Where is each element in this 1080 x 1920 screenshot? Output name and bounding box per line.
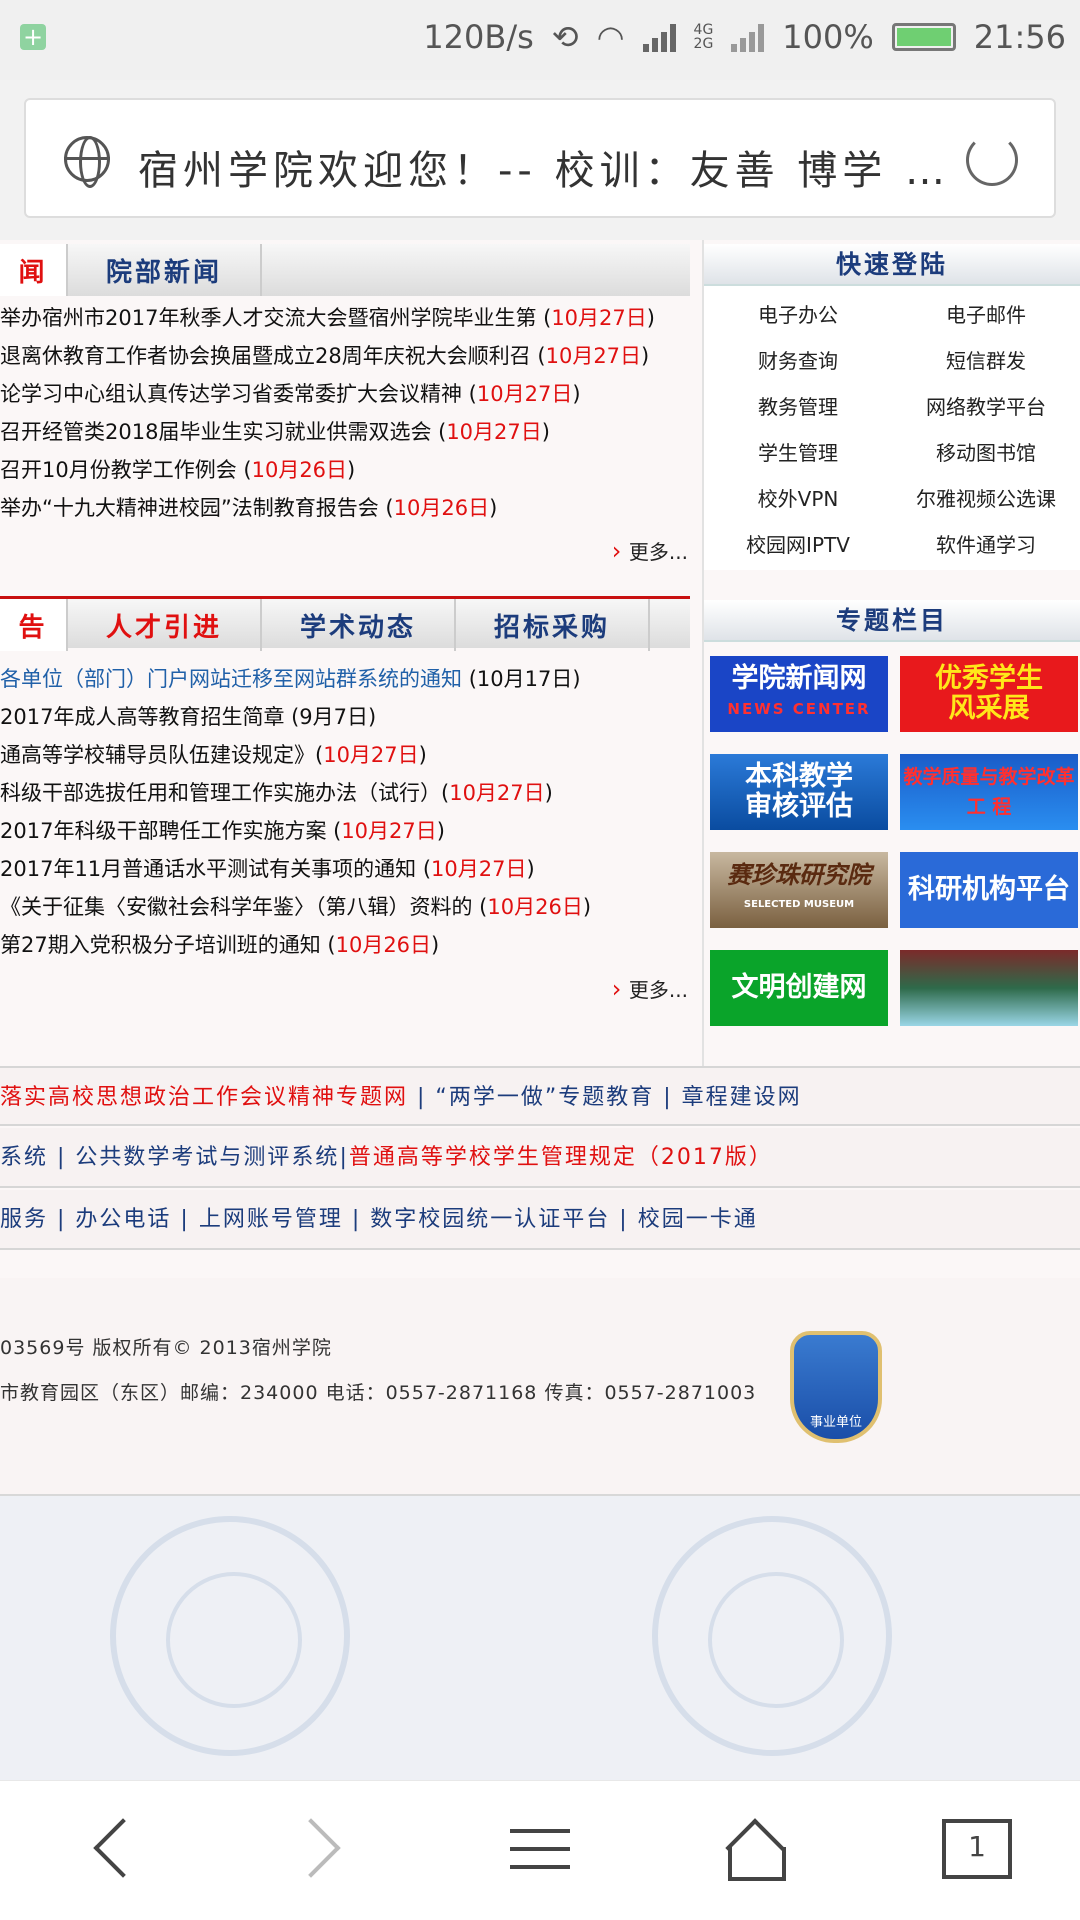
battery-percent: 100% — [782, 18, 874, 56]
link-service[interactable]: 服务 — [0, 1207, 48, 1232]
news-list: 举办宿州市2017年秋季人才交流大会暨宿州学院毕业生第 (10月27日) 退离休… — [0, 299, 655, 527]
list-item[interactable]: 退离休教育工作者协会换届暨成立28周年庆祝大会顺利召 (10月27日) — [0, 337, 655, 375]
network-speed: 120B/s — [423, 18, 534, 56]
list-item[interactable]: 第27期入党积极分子培训班的通知 (10月26日) — [0, 926, 591, 964]
list-item[interactable]: 2017年11月普通话水平测试有关事项的通知 (10月27日) — [0, 850, 591, 888]
forward-icon[interactable] — [290, 1819, 360, 1879]
banner-museum[interactable]: 赛珍珠研究院 SELECTED MUSEUM — [710, 852, 888, 928]
list-item[interactable]: 《关于征集〈安徽社会科学年鉴〉（第八辑）资料的 (10月26日) — [0, 888, 591, 926]
reload-icon[interactable] — [966, 134, 1018, 186]
link-phone[interactable]: 办公电话 — [75, 1207, 171, 1232]
notification-icon: + — [20, 24, 46, 50]
column-divider — [702, 240, 704, 1066]
signal-2-icon — [731, 22, 765, 52]
link-math-test[interactable]: 公共数学考试与测评系统 — [75, 1145, 339, 1170]
back-icon[interactable] — [80, 1819, 150, 1879]
link-software[interactable]: 软件通学习 — [892, 524, 1080, 568]
status-bar: + 120B/s ⟲ ◠ 4G 2G 100% 21:56 — [0, 0, 1080, 80]
link-iptv[interactable]: 校园网IPTV — [704, 524, 892, 568]
list-item[interactable]: 各单位（部门）门户网站迁移至网站群系统的通知 (10月17日) — [0, 660, 591, 698]
link-academic[interactable]: 教务管理 — [704, 386, 892, 430]
list-item[interactable]: 论学习中心组认真传达学习省委常委扩大会议精神 (10月27日) — [0, 375, 655, 413]
link-online-teaching[interactable]: 网络教学平台 — [892, 386, 1080, 430]
links-row-1: 落实高校思想政治工作会议精神专题网 | “两学一做”专题教育 | 章程建设网 — [0, 1066, 1080, 1126]
link-vpn[interactable]: 校外VPN — [704, 478, 892, 522]
list-item[interactable]: 召开经管类2018届毕业生实习就业供需双选会 (10月27日) — [0, 413, 655, 451]
battery-icon — [891, 23, 956, 51]
quick-login-title: 快速登陆 — [704, 244, 1080, 286]
notice-list: 各单位（部门）门户网站迁移至网站群系统的通知 (10月17日) 2017年成人高… — [0, 660, 591, 964]
list-item[interactable]: 举办宿州市2017年秋季人才交流大会暨宿州学院毕业生第 (10月27日) — [0, 299, 655, 337]
more-link[interactable]: 更多... — [612, 974, 688, 1003]
banner-news-center[interactable]: 学院新闻网 NEWS CENTER — [710, 656, 888, 732]
list-item[interactable]: 举办“十九大精神进校园”法制教育报告会 (10月26日) — [0, 489, 655, 527]
news-tabs: 闻 院部新闻 — [0, 244, 690, 296]
link-auth[interactable]: 数字校园统一认证平台 — [370, 1207, 610, 1232]
list-item[interactable]: 召开10月份教学工作例会 (10月26日) — [0, 451, 655, 489]
list-item[interactable]: 2017年科级干部聘任工作实施方案 (10月27日) — [0, 812, 591, 850]
tab-news[interactable]: 闻 — [0, 244, 68, 296]
tab-notice[interactable]: 告 — [0, 599, 68, 651]
link-erya[interactable]: 尔雅视频公选课 — [892, 478, 1080, 522]
globe-icon — [64, 136, 110, 188]
special-topics-title: 专题栏目 — [704, 600, 1080, 642]
banner-photo[interactable] — [900, 950, 1078, 1026]
link-charter[interactable]: 章程建设网 — [682, 1085, 802, 1110]
institution-seal[interactable]: 事业单位 — [790, 1331, 882, 1443]
link-sms[interactable]: 短信群发 — [892, 340, 1080, 384]
tabs-count-icon[interactable]: 1 — [942, 1819, 1012, 1879]
banner-undergrad-review[interactable]: 本科教学 审核评估 — [710, 754, 888, 830]
link-account[interactable]: 上网账号管理 — [199, 1207, 343, 1232]
clock: 21:56 — [973, 18, 1066, 56]
list-item[interactable]: 科级干部选拔任用和管理工作实施办法（试行）(10月27日) — [0, 774, 591, 812]
banner-outstanding-students[interactable]: 优秀学生 风采展 — [900, 656, 1078, 732]
links-row-3: 服务 | 办公电话 | 上网账号管理 | 数字校园统一认证平台 | 校园一卡通 — [0, 1190, 1080, 1250]
browser-toolbar: 1 — [0, 1780, 1080, 1920]
tab-talent[interactable]: 人才引进 — [68, 599, 262, 651]
signal-icon — [642, 22, 676, 52]
quick-login-panel: 快速登陆 电子办公 电子邮件 财务查询 短信群发 教务管理 网络教学平台 学生管… — [704, 244, 1080, 570]
links-row-2: 系统 | 公共数学考试与测评系统|普通高等学校学生管理规定（2017版） — [0, 1128, 1080, 1188]
link-two-study[interactable]: “两学一做”专题教育 — [435, 1085, 654, 1110]
link-mobile-library[interactable]: 移动图书馆 — [892, 432, 1080, 476]
home-icon[interactable] — [724, 1819, 794, 1881]
watermark-area — [0, 1496, 1080, 1780]
page-footer: 03569号 版权所有© 2013宿州学院 市教育园区（东区）邮编：234000… — [0, 1278, 1080, 1496]
menu-icon[interactable] — [506, 1819, 576, 1879]
address-bar[interactable]: 宿州学院欢迎您！-- 校训：友善 博学 … — [24, 98, 1056, 218]
special-topics-panel: 专题栏目 学院新闻网 NEWS CENTER 优秀学生 风采展 本科教学 审核评估 教… — [704, 600, 1080, 1026]
link-ideology[interactable]: 落实高校思想政治工作会议精神专题网 — [0, 1085, 408, 1110]
link-office[interactable]: 电子办公 — [704, 294, 892, 338]
banner-research-platform[interactable]: 科研机构平台 — [900, 852, 1078, 928]
list-item[interactable]: 2017年成人高等教育招生简章 (9月7日) — [0, 698, 591, 736]
banner-teaching-quality[interactable]: 教学质量与教学改革工 程 — [900, 754, 1078, 830]
list-item[interactable]: 通高等学校辅导员队伍建设规定》(10月27日) — [0, 736, 591, 774]
tab-department-news[interactable]: 院部新闻 — [68, 244, 262, 296]
tab-bidding[interactable]: 招标采购 — [456, 599, 650, 651]
copyright-text: 03569号 版权所有© 2013宿州学院 — [0, 1337, 332, 1359]
tab-academic[interactable]: 学术动态 — [262, 599, 456, 651]
banner-civilization[interactable]: 文明创建网 — [710, 950, 888, 1026]
web-content: 闻 院部新闻 举办宿州市2017年秋季人才交流大会暨宿州学院毕业生第 (10月2… — [0, 240, 1080, 1780]
link-finance[interactable]: 财务查询 — [704, 340, 892, 384]
page-title[interactable]: 宿州学院欢迎您！-- 校训：友善 博学 … — [138, 138, 950, 196]
link-student-rules[interactable]: 普通高等学校学生管理规定（2017版） — [349, 1145, 773, 1170]
rotation-lock-icon: ⟲ — [551, 18, 579, 56]
more-link[interactable]: 更多... — [612, 536, 688, 565]
wifi-icon: ◠ — [596, 18, 625, 56]
link-student-mgmt[interactable]: 学生管理 — [704, 432, 892, 476]
link-system[interactable]: 系统 — [0, 1145, 48, 1170]
address-text: 市教育园区（东区）邮编：234000 电话：0557-2871168 传真：05… — [0, 1382, 757, 1404]
university-seal-watermark — [652, 1516, 892, 1756]
network-type: 4G 2G — [693, 22, 714, 52]
link-email[interactable]: 电子邮件 — [892, 294, 1080, 338]
university-seal-watermark — [110, 1516, 350, 1756]
notice-tabs: 告 人才引进 学术动态 招标采购 — [0, 596, 690, 651]
link-card[interactable]: 校园一卡通 — [638, 1207, 758, 1232]
